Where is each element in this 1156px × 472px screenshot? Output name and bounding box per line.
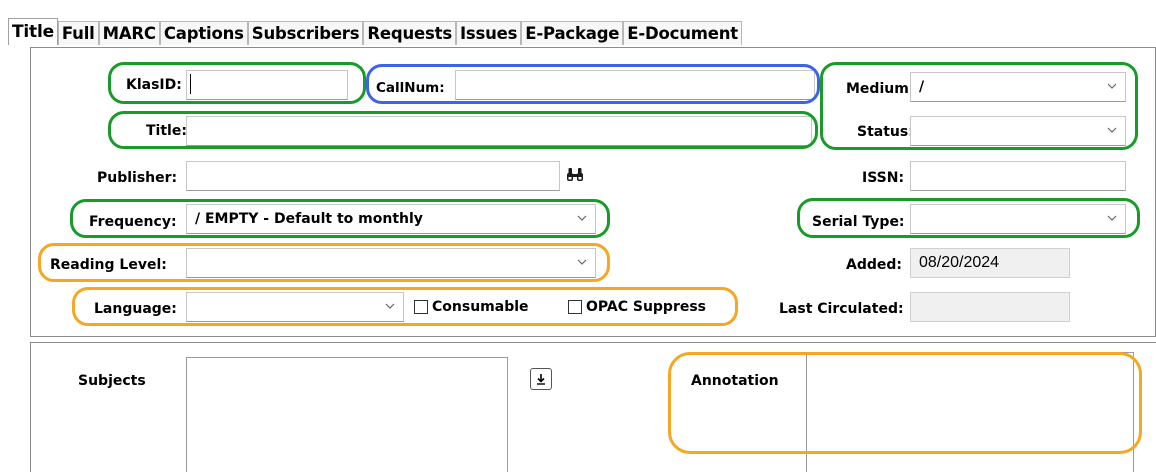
frequency-select[interactable]: / EMPTY - Default to monthly bbox=[186, 204, 596, 234]
frequency-value: / EMPTY - Default to monthly bbox=[195, 211, 423, 227]
chevron-down-icon bbox=[577, 257, 587, 267]
medium-value: / bbox=[919, 79, 925, 95]
tab-title[interactable]: Title bbox=[8, 18, 58, 45]
consumable-label: Consumable bbox=[432, 299, 529, 315]
klasid-label: KlasID: bbox=[126, 77, 182, 93]
tab-issues[interactable]: Issues bbox=[455, 21, 522, 45]
tab-requests[interactable]: Requests bbox=[363, 21, 456, 45]
issn-input[interactable] bbox=[910, 161, 1126, 191]
medium-label: Medium: bbox=[846, 81, 915, 97]
tab-e-document[interactable]: E-Document bbox=[623, 21, 742, 45]
frequency-label: Frequency: bbox=[89, 214, 177, 230]
status-select[interactable] bbox=[910, 116, 1126, 146]
chevron-down-icon bbox=[1107, 125, 1117, 135]
reading-level-label: Reading Level: bbox=[50, 257, 167, 273]
chevron-down-icon bbox=[577, 213, 587, 223]
download-arrow-icon[interactable] bbox=[530, 368, 552, 390]
publisher-input[interactable] bbox=[186, 161, 560, 191]
chevron-down-icon bbox=[1107, 81, 1117, 91]
subjects-label: Subjects bbox=[78, 373, 146, 389]
publisher-label: Publisher: bbox=[97, 170, 178, 186]
title-input[interactable] bbox=[186, 116, 812, 146]
klasid-input[interactable] bbox=[186, 70, 348, 100]
annotation-textarea[interactable] bbox=[806, 352, 1134, 472]
chevron-down-icon bbox=[385, 301, 395, 311]
tab-bar: Title Full MARC Captions Subscribers Req… bbox=[8, 18, 742, 45]
chevron-down-icon bbox=[1107, 213, 1117, 223]
tab-e-package[interactable]: E-Package bbox=[521, 21, 624, 45]
callnum-input[interactable] bbox=[455, 70, 815, 100]
opac-suppress-checkbox[interactable] bbox=[568, 300, 582, 314]
binoculars-icon[interactable] bbox=[563, 163, 587, 187]
callnum-label: CallNum: bbox=[376, 80, 445, 96]
language-select[interactable] bbox=[186, 292, 404, 322]
added-label: Added: bbox=[846, 257, 902, 273]
annotation-label: Annotation bbox=[691, 373, 779, 389]
status-label: Status: bbox=[857, 124, 914, 140]
opac-suppress-label: OPAC Suppress bbox=[586, 299, 707, 315]
issn-label: ISSN: bbox=[862, 170, 905, 186]
language-label: Language: bbox=[94, 301, 177, 317]
last-circulated-field bbox=[910, 292, 1070, 322]
last-circulated-label: Last Circulated: bbox=[779, 301, 904, 317]
medium-select[interactable]: / bbox=[910, 72, 1126, 102]
tab-captions[interactable]: Captions bbox=[159, 21, 248, 45]
consumable-checkbox[interactable] bbox=[414, 300, 428, 314]
tab-subscribers[interactable]: Subscribers bbox=[247, 21, 364, 45]
reading-level-select[interactable] bbox=[186, 248, 596, 278]
tab-full[interactable]: Full bbox=[57, 21, 99, 45]
tab-marc[interactable]: MARC bbox=[98, 21, 160, 45]
text-caret bbox=[190, 74, 191, 94]
title-label: Title: bbox=[146, 123, 187, 139]
subjects-list[interactable] bbox=[186, 357, 508, 472]
serial-type-label: Serial Type: bbox=[812, 214, 905, 230]
serial-type-select[interactable] bbox=[910, 204, 1126, 234]
added-date-field: 08/20/2024 bbox=[910, 248, 1070, 278]
